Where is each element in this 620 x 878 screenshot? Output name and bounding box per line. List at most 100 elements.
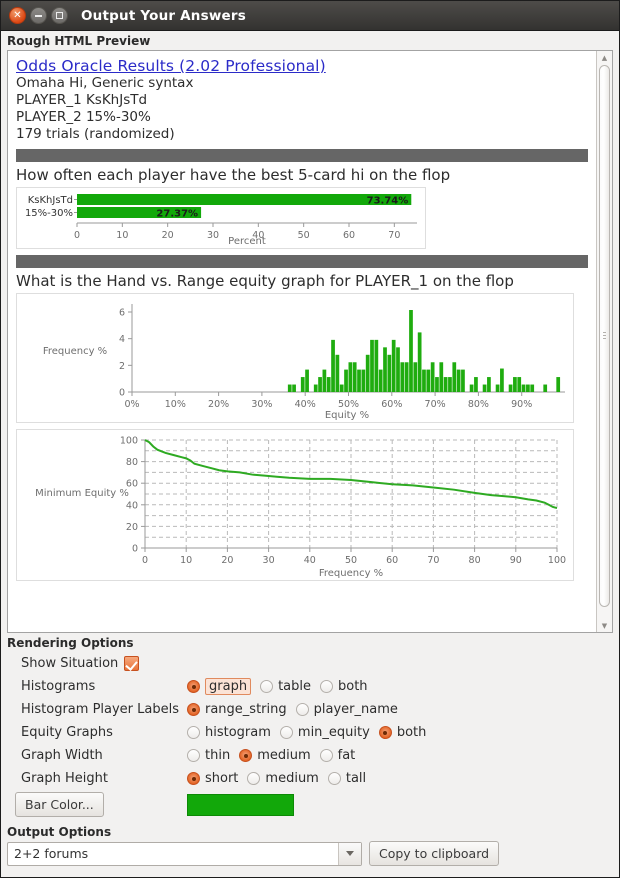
histogram-bar: [426, 369, 431, 392]
axis-tick-label: 100: [120, 436, 138, 447]
radio-label: both: [396, 725, 427, 740]
radio-option-short[interactable]: short: [187, 771, 238, 786]
radio-icon[interactable]: [239, 749, 253, 762]
histogram-bar: [352, 362, 357, 392]
histogram-bar: [305, 369, 309, 392]
histogram-bar: [300, 377, 305, 392]
radio-icon[interactable]: [187, 726, 200, 739]
histogram-bar: [508, 384, 513, 392]
copy-to-clipboard-button[interactable]: Copy to clipboard: [369, 841, 500, 866]
svg-text:Minimum Equity %: Minimum Equity %: [35, 488, 129, 499]
radio-icon[interactable]: [295, 703, 309, 716]
axis-tick-label: 0%: [124, 399, 139, 410]
histogram-bar: [482, 384, 487, 392]
radio-option-medium[interactable]: medium: [247, 771, 319, 786]
output-options-panel: 2+2 forums Copy to clipboard: [1, 841, 619, 872]
histogram-bar: [287, 384, 292, 392]
maximize-icon[interactable]: [51, 7, 68, 24]
radio-icon[interactable]: [187, 772, 200, 785]
radio-option-table[interactable]: table: [260, 679, 311, 694]
histogram-bar: [413, 362, 418, 392]
radio-icon[interactable]: [319, 749, 333, 762]
preview-line-player1: PLAYER_1 KsKhJsTd: [16, 92, 148, 108]
radio-label: player_name: [313, 702, 398, 717]
radio-option-min_equity[interactable]: min_equity: [279, 725, 370, 740]
radio-icon[interactable]: [320, 680, 333, 693]
radio-icon[interactable]: [187, 703, 200, 716]
output-format-value: 2+2 forums: [14, 846, 89, 861]
radio-icon[interactable]: [378, 726, 392, 739]
radio-group: thin medium fat: [187, 748, 364, 763]
histogram-bar: [487, 377, 491, 392]
histogram-bar: [339, 384, 344, 392]
radio-option-both[interactable]: both: [378, 725, 427, 740]
histogram-bar: [292, 384, 296, 392]
question-1-heading: How often each player have the best 5-ca…: [16, 166, 451, 184]
axis-tick-label: 60: [386, 555, 398, 566]
preview-scrollbar[interactable]: ▲ ▼: [596, 51, 612, 632]
scroll-up-icon[interactable]: ▲: [597, 51, 612, 64]
axis-tick-label: 40: [126, 500, 138, 511]
preview-group-label: Rough HTML Preview: [7, 34, 151, 48]
bar-category-label: KsKhJsTd: [28, 195, 73, 206]
radio-icon[interactable]: [260, 680, 274, 693]
histogram-bar: [452, 362, 457, 392]
axis-tick-label: 10: [116, 230, 128, 241]
output-format-select[interactable]: 2+2 forums: [7, 841, 362, 866]
radio-label: medium: [257, 748, 311, 763]
histogram-bar: [383, 347, 387, 392]
histogram-bar: [543, 384, 548, 392]
option-row: Graph Width thin medium fat: [7, 744, 613, 767]
radio-option-thin[interactable]: thin: [187, 748, 230, 763]
radio-icon[interactable]: [187, 749, 200, 762]
radio-group: graph table both: [187, 678, 377, 695]
option-label: Histogram Player Labels: [21, 702, 179, 717]
radio-label: fat: [337, 748, 356, 763]
radio-option-medium[interactable]: medium: [239, 748, 311, 763]
radio-label: tall: [345, 771, 367, 786]
line-chart-svg: Minimum Equity % 0 20 40 60 80 100 0 10 20 30 40 5…: [35, 436, 566, 580]
scrollbar-thumb[interactable]: [599, 65, 610, 607]
rendering-options-panel: Show Situation Histograms graph table both Hi…: [1, 652, 619, 790]
show-situation-checkbox[interactable]: [124, 656, 140, 671]
histogram-bar: [387, 354, 392, 392]
histogram-bar: [461, 369, 465, 392]
radio-icon[interactable]: [279, 726, 293, 739]
svg-text:Frequency %: Frequency %: [319, 568, 383, 579]
radio-icon[interactable]: [327, 772, 341, 785]
bar-color-button[interactable]: Bar Color...: [15, 792, 104, 817]
minimize-icon[interactable]: [30, 7, 47, 24]
section-divider-2: [16, 255, 588, 268]
histogram-bar: [517, 377, 522, 392]
results-title-link[interactable]: Odds Oracle Results (2.02 Professional): [16, 57, 326, 75]
radio-icon[interactable]: [187, 680, 200, 693]
axis-tick-label: 50%: [338, 399, 359, 410]
option-row: Graph Height short medium tall: [7, 767, 613, 790]
radio-option-both[interactable]: both: [320, 679, 368, 694]
close-icon[interactable]: ✕: [9, 7, 26, 24]
axis-tick-label: 40: [304, 555, 316, 566]
radio-icon[interactable]: [247, 772, 261, 785]
bar-color-swatch[interactable]: [187, 793, 294, 816]
window-title: Output Your Answers: [81, 7, 246, 24]
equity-histogram-chart: Frequency % 0 2 4 6 0% 10% 20% 30% 40% 50% 60% 70%…: [16, 293, 574, 423]
axis-tick-label: 0: [119, 388, 125, 399]
radio-option-histogram[interactable]: histogram: [187, 725, 271, 740]
radio-option-graph[interactable]: graph: [187, 678, 252, 695]
axis-tick-label: 20: [162, 230, 174, 241]
axis-tick-label: 30: [263, 555, 275, 566]
radio-option-fat[interactable]: fat: [319, 748, 356, 763]
radio-option-player_name[interactable]: player_name: [295, 702, 398, 717]
histogram-bar: [526, 384, 530, 392]
axis-tick-label: 50: [298, 230, 310, 241]
histogram-bar: [344, 369, 348, 392]
histogram-bar: [513, 377, 517, 392]
radio-option-tall[interactable]: tall: [327, 771, 367, 786]
chevron-down-icon[interactable]: [338, 842, 361, 865]
preview-line-trials: 179 trials (randomized): [16, 126, 175, 142]
radio-option-range_string[interactable]: range_string: [187, 702, 287, 717]
axis-tick-label: 90%: [511, 399, 532, 410]
svg-text:Equity %: Equity %: [325, 410, 369, 421]
option-row: Histogram Player Labels range_string playe…: [7, 698, 613, 721]
scroll-down-icon[interactable]: ▼: [597, 619, 612, 632]
